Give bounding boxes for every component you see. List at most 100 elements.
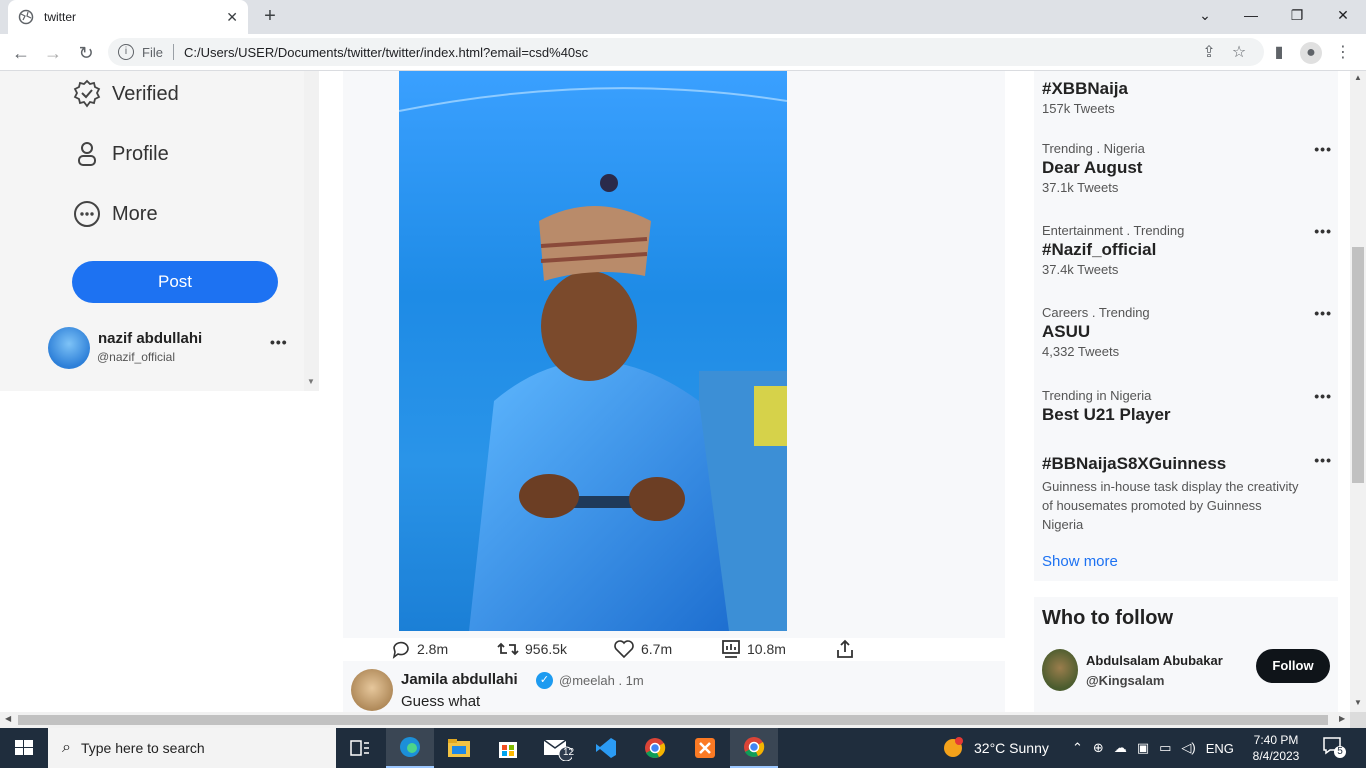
menu-kebab-icon[interactable]: ⋮ (1332, 42, 1354, 64)
left-sidebar: Verified Profile More Post nazif abdulla… (0, 71, 304, 391)
post-card[interactable] (343, 71, 1005, 638)
like-count: 6.7m (641, 641, 673, 657)
info-icon[interactable]: i (118, 44, 134, 60)
tab-title: twitter (44, 10, 77, 24)
account-name: nazif abdullahi (98, 330, 203, 347)
weather-widget[interactable]: 32°C Sunny (940, 728, 1049, 768)
sun-icon (944, 737, 963, 757)
store-icon[interactable] (484, 728, 532, 768)
trend-count: 37.1k Tweets (1042, 180, 1119, 195)
reply-button[interactable]: 2.8m (391, 639, 448, 659)
sidebar-item-verified[interactable]: Verified (72, 79, 179, 109)
clock[interactable]: 7:40 PM 8/4/2023 (1246, 732, 1306, 764)
windows-logo-icon (15, 740, 33, 755)
minimize-icon[interactable]: — (1228, 0, 1274, 30)
account-switcher[interactable]: nazif abdullahi @nazif_official ••• (48, 326, 298, 370)
avatar (48, 327, 90, 369)
avatar[interactable] (351, 669, 393, 711)
side-panel-icon[interactable]: ▮ (1268, 42, 1290, 64)
scrollbar-thumb[interactable] (18, 715, 1328, 725)
window-close-icon[interactable]: ✕ (1320, 0, 1366, 30)
verified-check-icon: ✓ (536, 672, 553, 689)
trend-more-icon[interactable]: ••• (1314, 223, 1332, 239)
chevron-up-icon[interactable]: ⌃ (1072, 740, 1083, 756)
task-view-icon[interactable] (336, 728, 384, 768)
cloud-icon[interactable]: ☁ (1114, 740, 1127, 756)
avatar[interactable] (1042, 649, 1078, 691)
share-button[interactable] (835, 639, 861, 659)
show-more-link[interactable]: Show more (1042, 553, 1118, 570)
scroll-right-arrow-icon[interactable]: ▶ (1339, 714, 1345, 723)
chrome-icon[interactable] (631, 728, 679, 768)
network-icon[interactable]: ⊕ (1093, 740, 1104, 756)
like-button[interactable]: 6.7m (613, 639, 672, 659)
xampp-icon[interactable] (681, 728, 729, 768)
suggested-user-handle: @Kingsalam (1086, 673, 1165, 688)
trend-more-icon[interactable]: ••• (1314, 141, 1332, 157)
bookmark-star-icon[interactable]: ☆ (1228, 42, 1250, 64)
browser-tab[interactable]: twitter ✕ (8, 0, 248, 34)
forward-arrow-icon[interactable]: → (40, 40, 66, 66)
trend-more-icon[interactable]: ••• (1314, 388, 1332, 404)
edge-icon[interactable] (386, 728, 434, 768)
system-tray: ⌃ ⊕ ☁ ▣ ▭ ◁) ENG (1072, 728, 1244, 768)
scroll-down-arrow-icon[interactable]: ▼ (307, 377, 315, 386)
new-tab-button[interactable]: + (258, 4, 282, 28)
retweet-button[interactable]: 956.5k (497, 639, 567, 659)
mail-icon[interactable]: 12 (533, 728, 581, 768)
profile-avatar-icon[interactable]: ● (1300, 42, 1322, 64)
notification-center-icon[interactable]: 5 (1322, 736, 1348, 760)
trend-more-icon[interactable]: ••• (1314, 452, 1332, 468)
account-more-icon[interactable]: ••• (270, 334, 288, 350)
trend-item[interactable]: #BBNaijaS8XGuinness Guinness in-house ta… (1042, 452, 1332, 534)
tab-search-icon[interactable]: ⌄ (1182, 0, 1228, 30)
scroll-up-arrow-icon[interactable]: ▲ (1354, 73, 1362, 82)
trend-item[interactable]: Entertainment . Trending #Nazif_official… (1042, 223, 1332, 277)
share-page-icon[interactable]: ⇪ (1198, 42, 1220, 64)
trend-item[interactable]: Trending in Nigeria Best U21 Player ••• (1042, 388, 1332, 425)
next-post[interactable]: Jamila abdullahi ✓ @meelah . 1m Guess wh… (343, 661, 1005, 712)
author-name[interactable]: Jamila abdullahi (401, 671, 518, 688)
suggested-user-name[interactable]: Abdulsalam Abubakar (1086, 653, 1223, 668)
volume-icon[interactable]: ◁) (1181, 740, 1195, 756)
post-image[interactable] (399, 71, 787, 631)
url-text[interactable]: C:/Users/USER/Documents/twitter/twitter/… (184, 45, 588, 60)
trend-item[interactable]: #XBBNaija 157k Tweets (1042, 77, 1332, 116)
close-tab-icon[interactable]: ✕ (226, 9, 238, 26)
verified-badge-icon (73, 79, 101, 108)
trend-item[interactable]: Trending . Nigeria Dear August 37.1k Twe… (1042, 141, 1332, 195)
search-icon: ⌕ (62, 739, 71, 756)
start-button[interactable] (0, 728, 48, 768)
scrollbar-corner (1350, 712, 1366, 728)
input-language[interactable]: ENG (1206, 741, 1234, 756)
battery-icon[interactable]: ▭ (1159, 740, 1171, 756)
restore-icon[interactable]: ❐ (1274, 0, 1320, 30)
back-arrow-icon[interactable]: ← (8, 40, 34, 66)
trend-item[interactable]: Careers . Trending ASUU 4,332 Tweets ••• (1042, 305, 1332, 359)
horizontal-scrollbar[interactable]: ◀ ▶ (0, 712, 1350, 728)
file-explorer-icon[interactable] (435, 728, 483, 768)
browser-toolbar: ← → ↻ i File C:/Users/USER/Documents/twi… (0, 34, 1366, 71)
sidebar-item-more[interactable]: More (72, 199, 158, 229)
sidebar-scrollbar[interactable]: ▼ (304, 71, 319, 391)
trend-more-icon[interactable]: ••• (1314, 305, 1332, 321)
scrollbar-thumb[interactable] (1352, 247, 1364, 483)
follow-button[interactable]: Follow (1256, 649, 1330, 683)
chrome-active-icon[interactable] (730, 728, 778, 768)
scroll-down-arrow-icon[interactable]: ▼ (1354, 698, 1362, 707)
reload-icon[interactable]: ↻ (73, 40, 99, 66)
views-button[interactable]: 10.8m (721, 639, 786, 659)
reply-icon (392, 641, 409, 659)
taskbar-search-box[interactable]: ⌕ Type here to search (48, 728, 336, 768)
weather-text: 32°C Sunny (974, 740, 1049, 756)
vertical-scrollbar[interactable]: ▲ ▼ (1350, 71, 1366, 712)
scroll-left-arrow-icon[interactable]: ◀ (5, 714, 11, 723)
who-to-follow-heading: Who to follow (1042, 607, 1174, 629)
trend-tag: Dear August (1042, 158, 1143, 177)
meet-now-icon[interactable]: ▣ (1137, 740, 1149, 756)
sidebar-item-profile[interactable]: Profile (72, 139, 169, 169)
vscode-icon[interactable] (582, 728, 630, 768)
post-button[interactable]: Post (72, 261, 278, 303)
address-bar[interactable]: i File C:/Users/USER/Documents/twitter/t… (108, 38, 1264, 66)
like-icon (614, 640, 634, 659)
